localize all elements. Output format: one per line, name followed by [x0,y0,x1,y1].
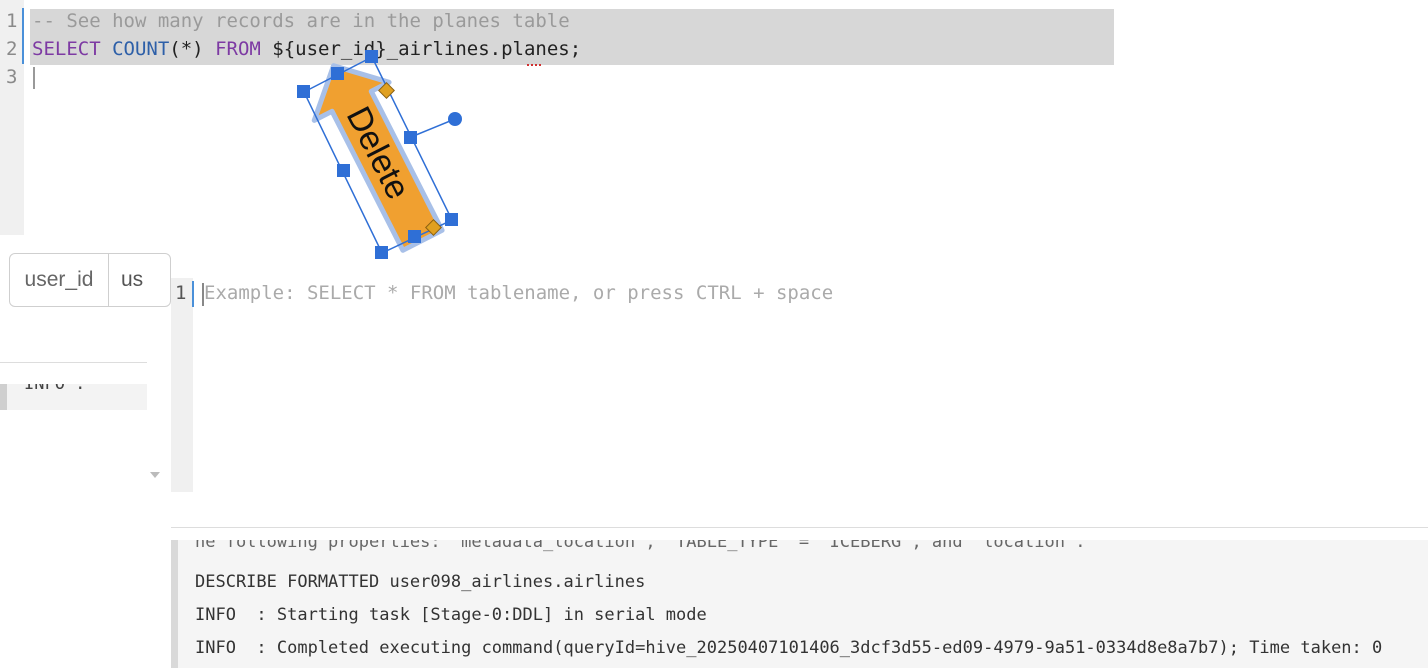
resize-handle[interactable] [445,213,458,226]
rotate-handle[interactable] [448,112,462,126]
resize-handle[interactable] [297,85,310,98]
resize-handle[interactable] [408,230,421,243]
adjust-handle[interactable] [425,219,442,236]
resize-handle[interactable] [337,164,350,177]
resize-handle[interactable] [404,131,417,144]
shape-selection-handles[interactable] [0,0,1428,668]
resize-handle[interactable] [365,50,378,63]
resize-handle[interactable] [331,67,344,80]
resize-handle[interactable] [375,246,388,259]
rotate-handle-line [410,118,456,138]
